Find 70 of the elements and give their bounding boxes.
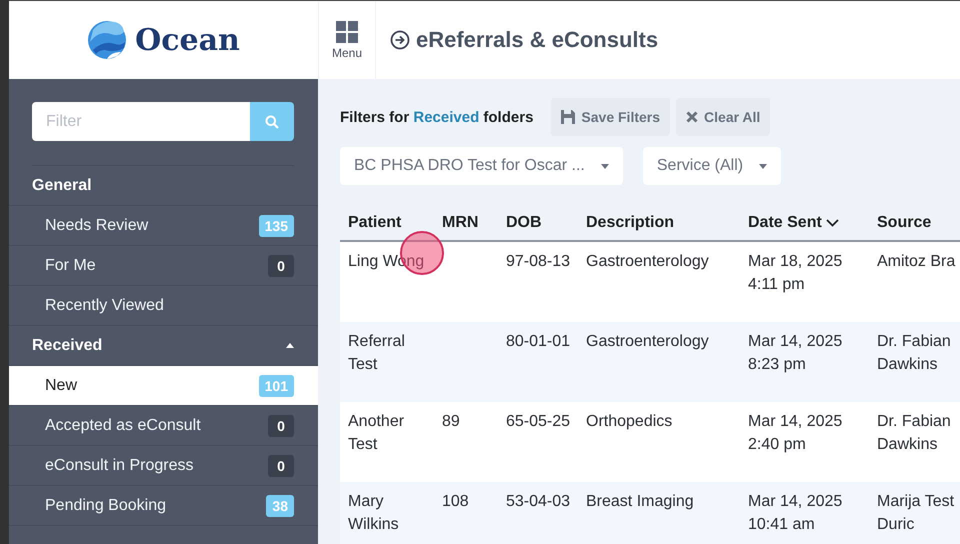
item-label: New [45, 376, 78, 394]
table-cell-text: Marija Test Duric [877, 492, 954, 535]
sidebar-item[interactable]: For Me 0 [9, 246, 318, 286]
close-icon [686, 111, 698, 123]
table-cell-text: Mar 14, 2025 8:23 pm [748, 332, 842, 375]
table-cell-text: 89 [442, 412, 460, 432]
count-badge: 101 [258, 374, 294, 396]
table-row[interactable]: Referral Test 80-01-01 Gastroenterology Mar 14, 2025 8:23 pm Dr. Fabian Dawkins [340, 322, 960, 402]
page-title: eReferrals & eConsults [416, 27, 658, 53]
table-cell-text: Orthopedics [586, 412, 672, 432]
save-filters-button[interactable]: Save Filters [551, 98, 670, 136]
column-header[interactable]: Patient [340, 214, 434, 232]
column-header[interactable]: DOB [498, 214, 578, 232]
chevron-down-icon [826, 218, 839, 226]
count-badge: 135 [258, 214, 294, 236]
table-cell-text: Referral Test [348, 332, 405, 375]
menu-button[interactable]: Menu [318, 1, 376, 79]
item-label: Accepted as eConsult [45, 416, 201, 434]
table-cell-text: 80-01-01 [506, 332, 570, 352]
item-label: Needs Review [45, 216, 148, 234]
table-row[interactable]: Another Test 89 65-05-25 Orthopedics Mar 14, 2025 2:40 pm Dr. Fabian Dawkins [340, 402, 960, 482]
arrow-circle-icon [390, 30, 410, 50]
logo-icon [87, 20, 128, 60]
count-badge: 0 [268, 254, 294, 276]
filter-field[interactable]: Filter [32, 102, 250, 141]
sidebar-item[interactable]: New 101 [9, 366, 318, 406]
count-badge: 38 [266, 494, 294, 516]
table-cell-text: Breast Imaging [586, 492, 694, 512]
table-row[interactable]: Mary Wilkins 108 53-04-03 Breast Imaging Mar 14, 2025 10:41 am Marija Test Duric [340, 482, 960, 544]
table-cell-text: Dr. Fabian Dawkins [877, 412, 951, 455]
table-row[interactable]: Ling Wong 97-08-13 Gastroenterology Mar 18, 2025 4:11 pm Amitoz Bra [340, 242, 960, 322]
table-cell-text: 65-05-25 [506, 412, 570, 432]
table-cell-text: Mar 18, 2025 4:11 pm [748, 252, 842, 295]
table-cell-text: 97-08-13 [506, 252, 570, 272]
sidebar-item[interactable]: eConsult in Progress 0 [9, 446, 318, 486]
table-cell-text: Another Test [348, 412, 404, 455]
table-cell-text: Ling Wong [348, 252, 424, 272]
search-button[interactable] [250, 102, 294, 141]
column-header[interactable]: Description [578, 214, 740, 232]
caret-icon [286, 343, 294, 348]
clear-all-button[interactable]: Clear All [676, 98, 770, 136]
table-cell-text: Gastroenterology [586, 252, 709, 272]
brand-name: Ocean [135, 22, 240, 58]
item-label: eConsult in Progress [45, 456, 194, 474]
sidebar-item[interactable]: Needs Review 135 [9, 206, 318, 246]
column-header[interactable]: Date Sent [740, 214, 869, 232]
table-cell-text: Mar 14, 2025 2:40 pm [748, 412, 842, 455]
caret-icon [759, 164, 768, 168]
item-label: For Me [45, 256, 96, 274]
table-cell-text: Mar 14, 2025 10:41 am [748, 492, 842, 535]
item-label: Recently Viewed [45, 296, 164, 314]
table-cell-text: Mary Wilkins [348, 492, 399, 535]
sidebar-item[interactable]: Pending Booking 38 [9, 486, 318, 526]
column-header[interactable]: Source [869, 214, 960, 232]
count-badge: 0 [268, 414, 294, 436]
table-cell-text: Amitoz Bra [877, 252, 956, 272]
table-cell-text: 108 [442, 492, 469, 512]
item-label: Pending Booking [45, 496, 166, 514]
caret-icon [600, 164, 609, 168]
sidebar-item[interactable]: Accepted as eConsult 0 [9, 406, 318, 446]
filters-heading: Filters for Received folders [340, 108, 534, 126]
dropdown[interactable]: BC PHSA DRO Test for Oscar ... [340, 147, 623, 185]
column-header[interactable]: MRN [434, 214, 498, 232]
table-cell-text: 53-04-03 [506, 492, 570, 512]
dropdown[interactable]: Service (All) [642, 147, 782, 185]
search-icon [265, 114, 279, 128]
table-cell-text: Gastroenterology [586, 332, 709, 352]
table-cell-text: Dr. Fabian Dawkins [877, 332, 951, 375]
count-badge: 0 [268, 454, 294, 476]
grid-icon [336, 20, 358, 42]
